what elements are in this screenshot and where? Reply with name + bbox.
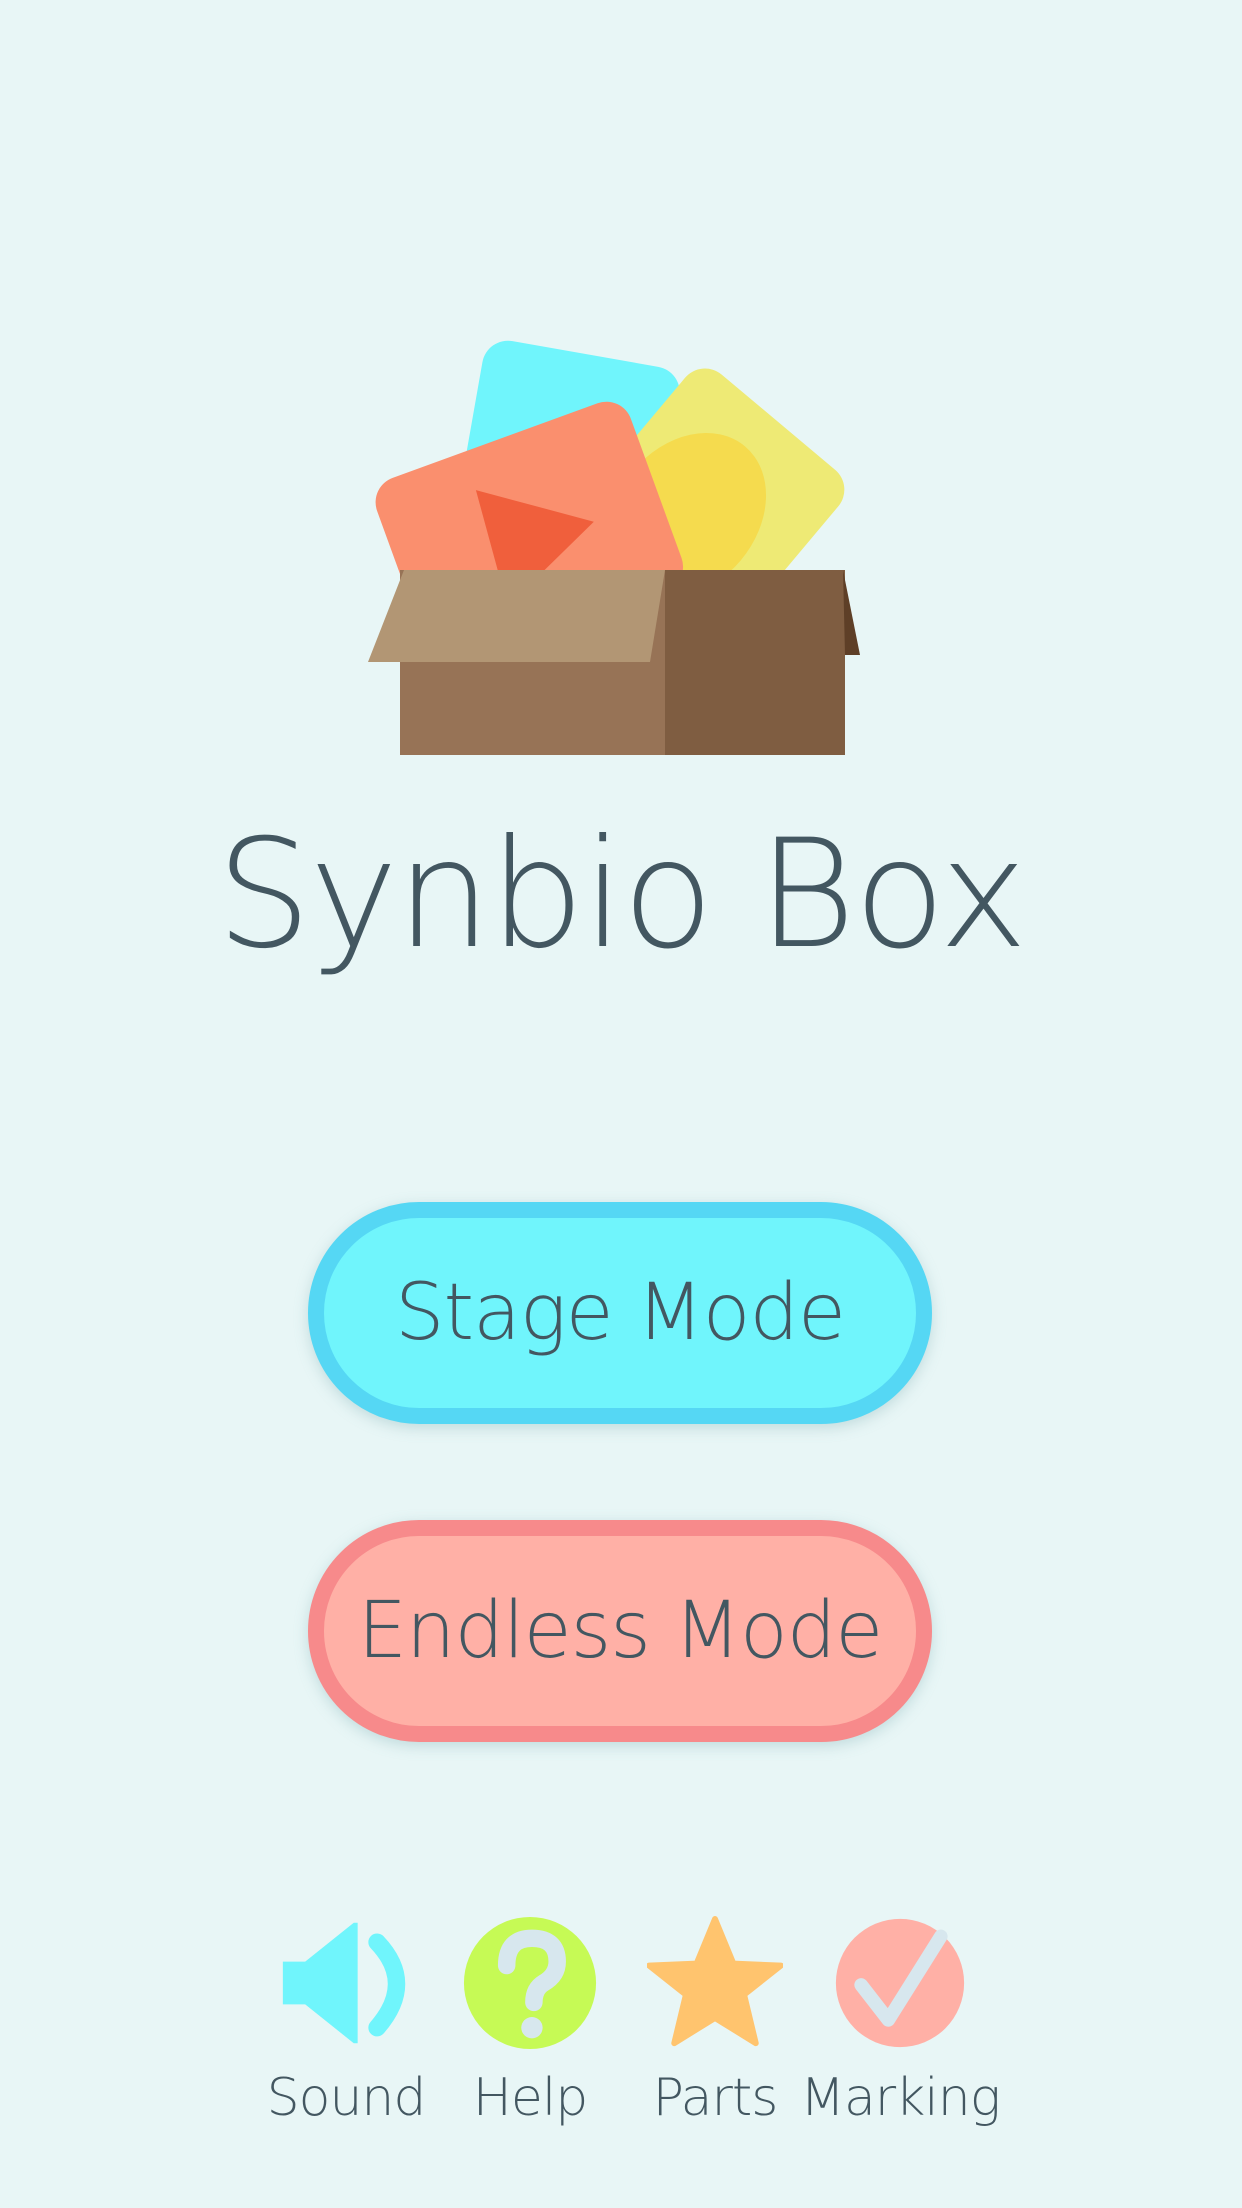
synbio-box-logo <box>340 330 900 780</box>
stage-mode-label: Stage Mode <box>394 1268 846 1358</box>
marking-button[interactable]: Marking <box>800 1915 1001 2135</box>
parts-button[interactable]: Parts <box>625 1915 805 2135</box>
star-icon <box>647 1915 783 2051</box>
endless-mode-button[interactable]: Endless Mode <box>308 1520 932 1742</box>
box-logo-icon <box>368 340 860 755</box>
stage-mode-button[interactable]: Stage Mode <box>308 1202 932 1424</box>
question-icon <box>462 1915 598 2051</box>
endless-mode-label: Endless Mode <box>357 1586 883 1676</box>
speaker-icon <box>278 1915 414 2051</box>
app-title: Synbio Box <box>216 808 1028 982</box>
help-button[interactable]: Help <box>440 1915 620 2135</box>
sound-button[interactable]: Sound <box>256 1915 436 2135</box>
marking-label: Marking <box>800 2068 1001 2128</box>
checkmark-icon <box>832 1915 968 2051</box>
